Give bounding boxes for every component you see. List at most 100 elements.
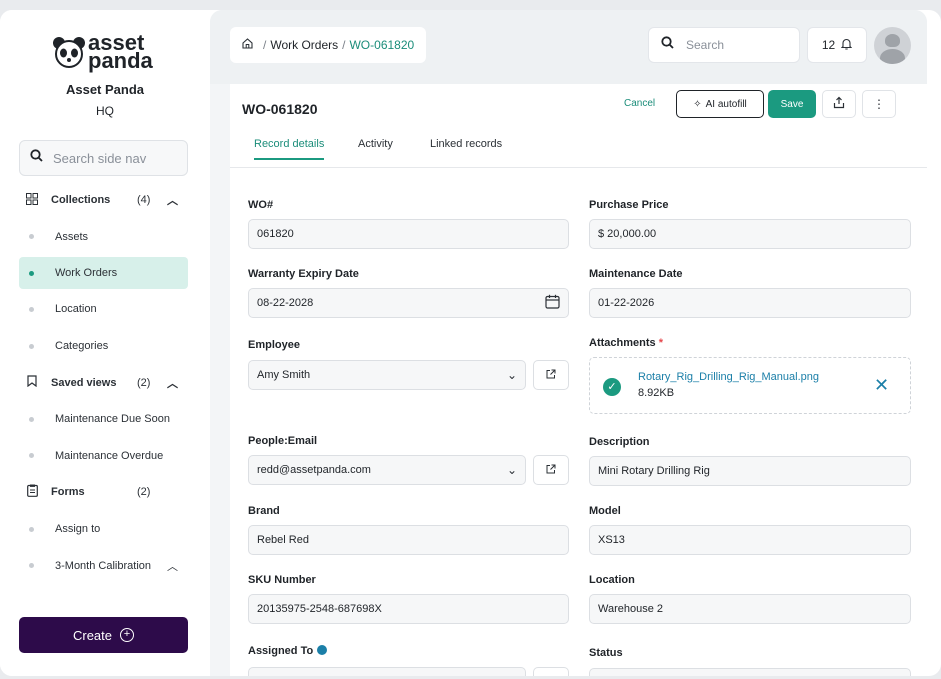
bullet-icon xyxy=(29,453,34,459)
sidebar: asset panda Asset Panda HQ Search side n… xyxy=(0,10,210,676)
employee-select[interactable]: Amy Smith ⌄ xyxy=(248,360,526,390)
sidebar-group-count: (4) xyxy=(137,194,151,207)
employee-label: Employee xyxy=(248,339,300,351)
sidebar-item-categories[interactable]: Categories xyxy=(19,328,188,365)
calendar-icon[interactable] xyxy=(545,294,560,312)
sidebar-search-input[interactable]: Search side nav xyxy=(19,140,188,176)
employee-open-link-button[interactable] xyxy=(533,360,569,390)
ai-autofill-button[interactable]: ✧ AI autofill xyxy=(676,90,764,118)
sidebar-group-label: Forms xyxy=(51,486,85,499)
description-field[interactable]: Mini Rotary Drilling Rig xyxy=(589,456,911,486)
sku-number-field[interactable]: 20135975-2548-687698X xyxy=(248,594,569,624)
app-window: asset panda Asset Panda HQ Search side n… xyxy=(0,10,941,676)
bullet-icon xyxy=(29,563,34,569)
global-search-input[interactable]: Search xyxy=(648,27,800,63)
people-email-label: People:Email xyxy=(248,435,318,447)
org-location: HQ xyxy=(96,104,114,118)
share-button[interactable] xyxy=(822,90,856,118)
attachment-item: ✓ Rotary_Rig_Drilling_Rig_Manual.png 8.9… xyxy=(589,357,911,414)
purchase-price-field[interactable]: $ 20,000.00 xyxy=(589,219,911,249)
more-options-button[interactable]: ⋮ xyxy=(862,90,896,118)
home-icon[interactable] xyxy=(242,38,253,52)
model-value: XS13 xyxy=(598,534,625,546)
record-panel: WO-061820 Cancel ✧ AI autofill Save ⋮ Re… xyxy=(230,84,927,676)
email-open-link-button[interactable] xyxy=(533,455,569,485)
sidebar-item-label: 3-Month Calibration xyxy=(55,559,151,572)
create-button-label: Create xyxy=(72,627,113,643)
chevron-up-icon[interactable]: ︿ xyxy=(167,192,178,208)
status-label: Status xyxy=(589,647,623,659)
location-field[interactable]: Warehouse 2 xyxy=(589,594,911,624)
close-icon[interactable]: ✕ xyxy=(874,375,889,396)
attachments-label: Attachments * xyxy=(589,337,663,349)
wo-number-label: WO# xyxy=(248,199,274,211)
brand-value: Rebel Red xyxy=(257,534,309,546)
info-icon[interactable] xyxy=(317,645,328,655)
wo-number-field[interactable]: 061820 xyxy=(248,219,569,249)
share-icon xyxy=(833,96,845,112)
sidebar-group-forms[interactable]: Forms (2) xyxy=(19,474,188,511)
chevron-up-icon[interactable]: ︿ xyxy=(167,375,178,391)
record-title: WO-061820 xyxy=(242,101,318,117)
wo-number-value: 061820 xyxy=(257,228,294,240)
assigned-to-select[interactable] xyxy=(248,667,526,676)
sidebar-item-label: Assets xyxy=(55,230,89,243)
sidebar-group-collections[interactable]: Collections (4) ︿ xyxy=(19,182,188,219)
assigned-to-link-button[interactable] xyxy=(533,667,569,676)
notifications-button[interactable]: 12 xyxy=(807,27,867,63)
people-email-value: redd@assetpanda.com xyxy=(257,464,371,476)
create-button[interactable]: Create + xyxy=(19,617,188,653)
sidebar-item-maintenance-due-soon[interactable]: Maintenance Due Soon xyxy=(19,401,188,438)
people-email-select[interactable]: redd@assetpanda.com ⌄ xyxy=(248,455,526,485)
brand-field[interactable]: Rebel Red xyxy=(248,525,569,555)
assigned-to-text: Assigned To xyxy=(248,645,314,657)
sidebar-item-work-orders[interactable]: Work Orders xyxy=(19,257,188,290)
sidebar-item-maintenance-overdue[interactable]: Maintenance Overdue xyxy=(19,438,188,475)
warranty-expiry-field[interactable]: 08-22-2028 xyxy=(248,288,569,318)
breadcrumb-work-orders[interactable]: Work Orders xyxy=(270,38,338,52)
status-field[interactable] xyxy=(589,668,911,676)
tab-linked-records[interactable]: Linked records xyxy=(430,138,502,158)
sidebar-item-label: Maintenance Overdue xyxy=(55,449,164,462)
employee-value: Amy Smith xyxy=(257,369,311,381)
user-avatar[interactable] xyxy=(874,27,911,64)
chevron-down-icon: ⌄ xyxy=(506,368,517,382)
breadcrumb-separator: / xyxy=(342,38,346,52)
model-field[interactable]: XS13 xyxy=(589,525,911,555)
sidebar-item-3-month-calibration[interactable]: 3-Month Calibration ︿ xyxy=(19,547,188,584)
clipboard-icon xyxy=(25,484,39,500)
breadcrumb: / Work Orders / WO-061820 xyxy=(230,27,427,63)
search-icon xyxy=(30,149,43,167)
bullet-icon xyxy=(29,306,34,312)
sidebar-search-placeholder: Search side nav xyxy=(53,150,147,166)
avatar-body xyxy=(880,49,905,64)
cancel-button[interactable]: Cancel xyxy=(624,98,655,109)
sidebar-item-assets[interactable]: Assets xyxy=(19,219,188,256)
global-search-placeholder: Search xyxy=(686,38,725,52)
model-label: Model xyxy=(589,505,621,517)
chevron-up-icon[interactable]: ︿ xyxy=(167,558,178,574)
bullet-icon xyxy=(29,270,34,276)
asset-panda-logo[interactable]: asset panda xyxy=(52,32,153,72)
sidebar-group-saved-views[interactable]: Saved views (2) ︿ xyxy=(19,364,188,401)
chevron-down-icon: ⌄ xyxy=(506,463,517,477)
brand-label: Brand xyxy=(248,505,280,517)
ai-autofill-label: AI autofill xyxy=(705,98,747,110)
panda-logo-icon xyxy=(52,35,86,69)
sku-number-value: 20135975-2548-687698X xyxy=(257,603,382,615)
location-label: Location xyxy=(589,574,635,586)
sidebar-item-label: Location xyxy=(55,303,97,316)
sidebar-item-assign-to[interactable]: Assign to xyxy=(19,511,188,548)
attachment-file-link[interactable]: Rotary_Rig_Drilling_Rig_Manual.png xyxy=(638,371,819,383)
purchase-price-value: $ 20,000.00 xyxy=(598,228,657,240)
attachments-label-text: Attachments xyxy=(589,337,656,349)
tab-record-details[interactable]: Record details xyxy=(254,138,325,160)
bell-icon xyxy=(840,38,853,53)
breadcrumb-current: WO-061820 xyxy=(349,38,415,52)
save-button[interactable]: Save xyxy=(768,90,816,118)
plus-circle-icon: + xyxy=(120,628,135,642)
sidebar-item-location[interactable]: Location xyxy=(19,291,188,328)
sidebar-group-label: Collections xyxy=(51,194,111,207)
tab-activity[interactable]: Activity xyxy=(358,138,393,158)
maintenance-date-field[interactable]: 01-22-2026 xyxy=(589,288,911,318)
